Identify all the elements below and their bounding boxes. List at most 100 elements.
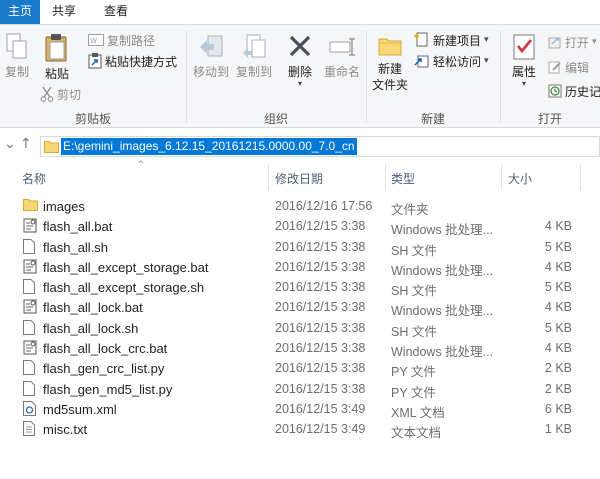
chevron-down-icon: ▾ [521, 79, 526, 88]
address-path[interactable]: E:\gemini_images_6.12.15_20161215.0000.0… [61, 138, 357, 155]
tab-view[interactable]: 查看 [96, 0, 136, 24]
file-name[interactable]: flash_all_except_storage.sh [43, 280, 204, 295]
clipboard-group-label: 剪贴板 [74, 112, 111, 126]
easy-access-label: 轻松访问 [433, 54, 482, 69]
file-name[interactable]: flash_gen_crc_list.py [43, 361, 164, 376]
rename-button[interactable]: 重命名 [320, 33, 364, 80]
svg-text:W: W [90, 37, 97, 45]
copy-path-icon: W [88, 34, 104, 46]
file-row[interactable]: flash_gen_md5_list.py 2016/12/15 3:38 PY 文… [0, 379, 600, 400]
column-name[interactable]: 名称 [22, 170, 46, 187]
bat-file-icon [23, 259, 37, 277]
new-folder-icon [378, 38, 402, 56]
file-row[interactable]: flash_gen_crc_list.py 2016/12/15 3:38 PY 文… [0, 358, 600, 379]
file-name[interactable]: md5sum.xml [43, 402, 117, 417]
delete-label: 删除 [287, 65, 312, 79]
new-folder-button[interactable]: 新建 文件夹 [370, 33, 410, 93]
file-name[interactable]: misc.txt [43, 422, 87, 437]
file-date: 2016/12/15 3:38 [275, 300, 366, 315]
new-item-label: 新建项目 [433, 33, 482, 48]
delete-button[interactable]: 删除 ▾ [284, 33, 316, 88]
file-type: SH 文件 [391, 243, 437, 258]
file-date: 2016/12/15 3:38 [275, 381, 366, 396]
file-name[interactable]: flash_all.sh [43, 240, 108, 255]
file-row[interactable]: flash_all_except_storage.sh 2016/12/15 3:… [0, 277, 600, 299]
file-icon [23, 319, 35, 338]
bat-file-icon [23, 218, 37, 236]
easy-access-button[interactable]: 轻松访问 ▾ [414, 52, 489, 70]
paste-shortcut-button[interactable]: 粘贴快捷方式 [88, 52, 177, 70]
column-divider[interactable] [501, 164, 502, 190]
rename-icon [329, 38, 355, 56]
cut-button[interactable]: 剪切 [40, 85, 81, 103]
chevron-down-icon: ▾ [592, 37, 597, 47]
new-item-icon [414, 32, 428, 47]
file-date: 2016/12/15 3:38 [275, 320, 366, 335]
file-row[interactable]: flash_all_lock_crc.bat 2016/12/15 3:38 Win… [0, 338, 600, 360]
file-icon [23, 238, 35, 257]
address-bar[interactable]: E:\gemini_images_6.12.15_20161215.0000.0… [40, 136, 600, 157]
file-row[interactable]: images 2016/12/16 17:56 文件夹 [0, 196, 600, 217]
open-button[interactable]: 打开 ▾ [548, 33, 597, 51]
file-row[interactable]: flash_all.bat 2016/12/15 3:38 Windows 批处理.… [0, 216, 600, 237]
file-size: 4 KB [544, 259, 572, 274]
file-name[interactable]: flash_all_except_storage.bat [43, 260, 209, 275]
properties-button[interactable]: 属性 ▾ [508, 33, 540, 88]
move-to-button[interactable]: 移动到 [192, 33, 230, 80]
file-type: Windows 批处理... [391, 345, 494, 360]
file-name[interactable]: flash_all_lock_crc.bat [43, 341, 167, 356]
new-group-label: 新建 [420, 112, 445, 126]
file-name[interactable]: flash_all.bat [43, 219, 112, 234]
column-divider[interactable] [580, 164, 581, 190]
file-size: 1 KB [544, 422, 572, 437]
file-size: 2 KB [544, 381, 572, 396]
file-row[interactable]: flash_all.sh 2016/12/15 3:38 SH 文件 5 KB [0, 237, 600, 258]
organize-group-label: 组织 [263, 112, 288, 126]
folder-icon [23, 198, 38, 214]
copy-path-button[interactable]: W 复制路径 [88, 31, 155, 49]
open-icon [548, 37, 561, 49]
edit-button[interactable]: 编辑 [548, 58, 589, 76]
tab-home[interactable]: 主页 [0, 0, 40, 24]
chevron-down-icon[interactable]: ⌄ [4, 136, 16, 152]
column-size[interactable]: 大小 [508, 170, 532, 187]
column-date[interactable]: 修改日期 [275, 170, 323, 187]
copy-to-icon [243, 34, 266, 58]
file-type: SH 文件 [391, 284, 437, 299]
file-type: 文本文档 [391, 426, 442, 441]
column-type[interactable]: 类型 [391, 170, 415, 187]
ribbon-tabs: 主页 共享 查看 [0, 0, 600, 24]
chevron-down-icon: ▾ [484, 35, 489, 45]
new-item-button[interactable]: 新建项目 ▾ [414, 31, 489, 49]
file-name[interactable]: flash_gen_md5_list.py [43, 382, 172, 397]
column-divider[interactable] [268, 164, 269, 190]
file-row[interactable]: flash_all_lock.sh 2016/12/15 3:38 SH 文件 5 K… [0, 318, 600, 339]
file-name[interactable]: flash_all_lock.bat [43, 300, 143, 315]
move-to-icon [200, 35, 223, 57]
file-size: 4 KB [544, 300, 572, 315]
history-button[interactable]: 历史记 [548, 82, 600, 100]
tab-share[interactable]: 共享 [44, 0, 84, 24]
file-date: 2016/12/15 3:38 [275, 259, 366, 274]
file-row[interactable]: md5sum.xml 2016/12/15 3:49 XML 文档 6 KB [0, 399, 600, 420]
edit-pencil-icon [548, 61, 561, 74]
file-row[interactable]: flash_all_except_storage.bat 2016/12/15 3… [0, 257, 600, 278]
file-row[interactable]: flash_all_lock.bat 2016/12/15 3:38 Windows… [0, 297, 600, 319]
copy-path-label: 复制路径 [107, 33, 156, 48]
copy-to-button[interactable]: 复制到 [235, 33, 273, 80]
file-type: PY 文件 [391, 385, 436, 400]
file-row[interactable]: misc.txt 2016/12/15 3:49 文本文档 1 KB [0, 419, 600, 441]
file-size: 5 KB [544, 239, 572, 254]
file-name[interactable]: images [43, 199, 85, 214]
up-arrow-icon[interactable]: ↑ [20, 136, 32, 152]
file-type: Windows 批处理... [391, 304, 494, 319]
copy-button[interactable]: 复制 [4, 33, 30, 80]
file-name[interactable]: flash_all_lock.sh [43, 321, 138, 336]
column-divider[interactable] [385, 164, 386, 190]
folder-icon [44, 141, 59, 153]
file-date: 2016/12/15 3:38 [275, 239, 366, 254]
ribbon: 复制 粘贴 W 复制路径 粘贴快捷方式 剪切 剪贴板 移动到 复制到 删除 ▾ … [0, 24, 600, 128]
paste-button[interactable]: 粘贴 [42, 33, 72, 82]
file-size: 2 KB [544, 361, 572, 376]
new-folder-label-1: 新建 [377, 62, 402, 76]
